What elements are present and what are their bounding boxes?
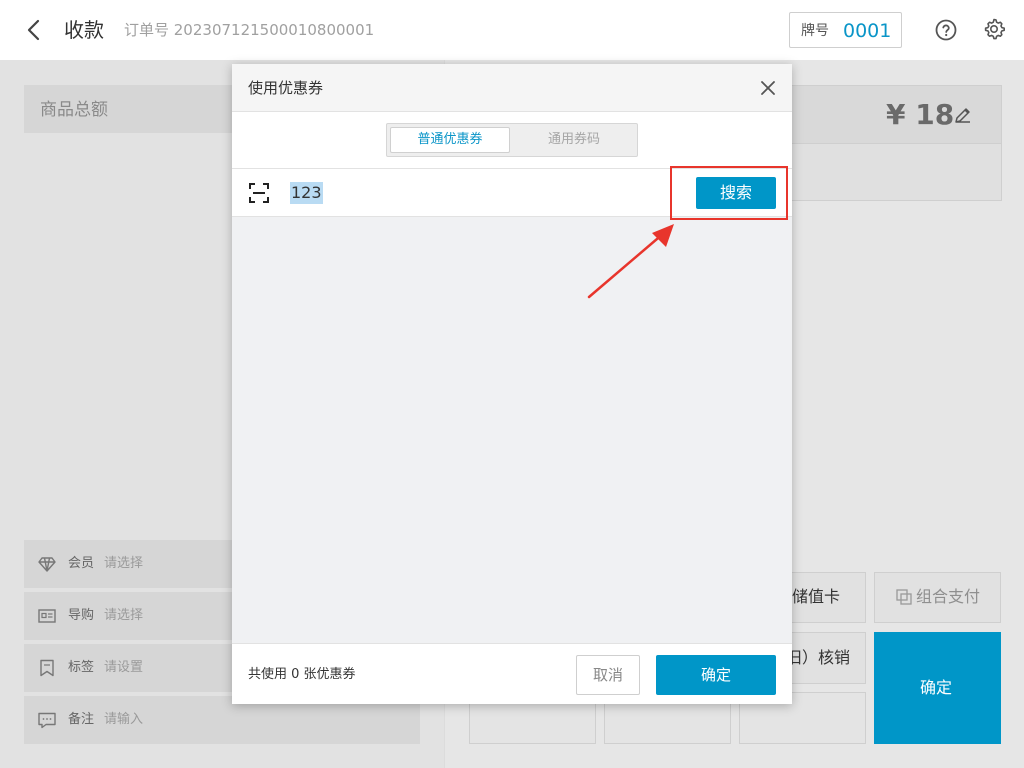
member-value: 请选择: [104, 556, 144, 571]
bookmark-icon: [40, 659, 54, 677]
redeem-label: 旧）核销: [786, 648, 851, 667]
scan-icon[interactable]: [248, 182, 270, 204]
diamond-icon: [38, 557, 56, 572]
tag-value: 请设置: [104, 660, 144, 675]
help-icon[interactable]: [934, 18, 958, 42]
confirm-payment-label: 确定: [920, 678, 953, 697]
pencil-icon[interactable]: [952, 104, 974, 126]
coupon-tabs: 普通优惠券 通用券码: [386, 123, 638, 157]
ok-button[interactable]: 确定: [656, 655, 776, 695]
coupon-search-input[interactable]: 123: [290, 182, 323, 204]
coupon-dialog: 使用优惠券 普通优惠券 通用券码 123 搜索 共使用 0 张优惠券 取消 确定: [232, 64, 792, 704]
goods-total-label: 商品总额: [40, 100, 108, 120]
dialog-footer: 共使用 0 张优惠券 取消 确定: [232, 643, 792, 704]
amount-top: ¥ 18: [792, 86, 1001, 144]
amount-panel: ¥ 18: [791, 85, 1002, 201]
close-icon[interactable]: [758, 78, 778, 98]
coupon-tabs-bar: 普通优惠券 通用券码: [232, 112, 792, 169]
back-arrow-icon[interactable]: [22, 18, 46, 42]
member-label: 会员: [68, 556, 95, 571]
plate-label: 牌号: [801, 23, 829, 39]
coupon-count-text: 共使用 0 张优惠券: [248, 667, 356, 682]
id-card-icon: [38, 609, 56, 623]
remark-label: 备注: [68, 712, 95, 727]
annotation-highlight-box: [670, 166, 788, 220]
annotation-arrow-icon: [587, 224, 674, 299]
tab-normal-coupon[interactable]: 普通优惠券: [390, 127, 510, 153]
remark-value: 请输入: [104, 712, 144, 727]
guide-value: 请选择: [104, 608, 144, 623]
copy-icon: [896, 589, 912, 605]
confirm-payment-button[interactable]: 确定: [874, 632, 1001, 744]
page-title: 收款: [64, 18, 104, 42]
combo-pay-button[interactable]: 组合支付: [874, 572, 1001, 623]
gear-icon[interactable]: [982, 17, 1006, 41]
plate-number-box[interactable]: 牌号 0001: [789, 12, 902, 48]
stored-value-card-label: 储值卡: [792, 587, 841, 606]
comment-icon: [38, 712, 56, 729]
order-number: 订单号 20230712150001080000​1: [124, 21, 375, 39]
guide-label: 导购: [68, 608, 95, 623]
dialog-header: 使用优惠券: [232, 64, 792, 112]
dialog-title: 使用优惠券: [248, 79, 324, 97]
tag-label: 标签: [68, 660, 95, 675]
header-bar: 收款 订单号 20230712150001080000​1 牌号 0001: [0, 0, 1024, 60]
cancel-button[interactable]: 取消: [576, 655, 640, 695]
plate-value: 0001: [843, 20, 892, 42]
combo-pay-label: 组合支付: [916, 587, 981, 606]
tab-universal-code[interactable]: 通用券码: [513, 127, 635, 153]
amount-value: ¥ 18: [886, 98, 955, 131]
